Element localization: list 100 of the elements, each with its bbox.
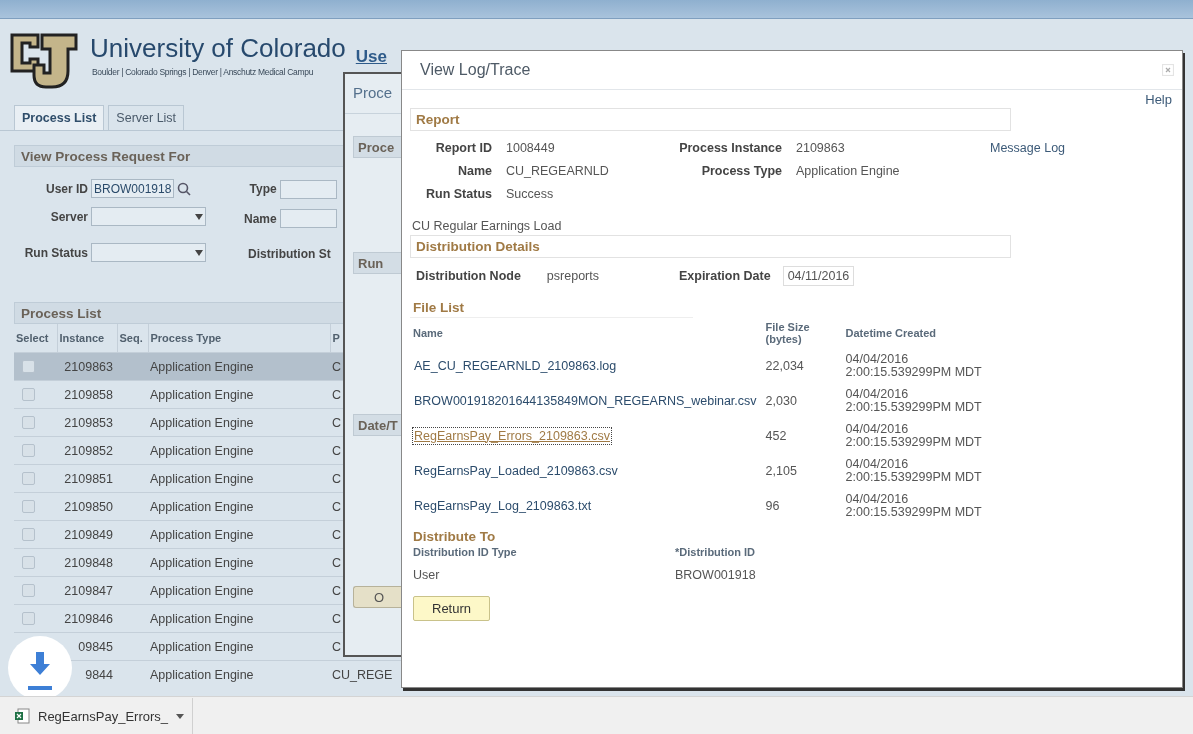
table-cell: 2,030 <box>765 383 846 418</box>
table-cell: 2109853 <box>57 408 117 437</box>
table-cell: 2109863 <box>57 352 117 381</box>
text-field[interactable] <box>279 209 337 229</box>
section-header: Report <box>410 108 1011 131</box>
column-header: Name <box>413 318 766 348</box>
process-description: CU Regular Earnings Load <box>411 218 563 235</box>
text-field[interactable] <box>279 179 337 199</box>
file-link[interactable]: BROW001918201644135849MON_REGEARNS_webinar.csv <box>413 392 758 409</box>
checkbox[interactable] <box>22 360 35 373</box>
university-name: University of Colorado <box>90 33 346 63</box>
table-cell-text: 04/04/2016 2:00:15.539299PM MDT <box>845 420 983 451</box>
field-label: Name <box>456 164 492 178</box>
table-cell: Application Engine <box>148 604 330 633</box>
table-cell: 2109847 <box>57 576 117 605</box>
table-cell: 96 <box>765 488 846 523</box>
table-cell: 22,034 <box>765 348 846 383</box>
checkbox[interactable] <box>22 444 35 457</box>
table-cell-text: 04/04/2016 2:00:15.539299PM MDT <box>845 385 983 416</box>
table-cell-text: 04/04/2016 2:00:15.539299PM MDT <box>845 455 983 486</box>
download-file-name[interactable]: RegEarnsPay_Errors_ <box>38 708 169 724</box>
table-cell: 2109846 <box>57 604 117 633</box>
field-label: User ID <box>44 181 88 196</box>
table-cell: Application Engine <box>148 380 330 409</box>
table-cell: Application Engine <box>148 408 330 437</box>
spreadsheet-file-icon <box>15 708 30 724</box>
table-cell: Application Engine <box>148 548 330 577</box>
table-cell: 2109858 <box>57 380 117 409</box>
field-label: Distribution St <box>247 247 332 262</box>
caret-icon <box>176 713 185 719</box>
ok-button[interactable]: O <box>353 586 401 608</box>
file-link[interactable]: RegEarnsPay_Errors_2109863.csv <box>413 427 611 444</box>
table-cell: Application Engine <box>148 436 330 465</box>
field-label: Report ID <box>434 141 492 155</box>
field-value: Success <box>506 187 555 201</box>
field-label: Process Type <box>700 164 782 178</box>
dropdown-caret-icon <box>195 249 203 256</box>
download-bubble-icon <box>8 636 72 696</box>
field-value: psreports <box>546 269 599 283</box>
checkbox[interactable] <box>22 556 35 569</box>
field-label: Expiration Date <box>678 269 771 283</box>
checkbox[interactable] <box>22 500 35 513</box>
close-icon <box>1162 64 1174 76</box>
field-value: CU_REGEARNLD <box>506 164 610 178</box>
checkbox[interactable] <box>22 528 35 541</box>
checkbox[interactable] <box>22 472 35 485</box>
return-button[interactable]: Return <box>413 596 491 621</box>
table-cell: 2109849 <box>57 520 117 549</box>
file-link[interactable]: RegEarnsPay_Loaded_2109863.csv <box>413 462 619 479</box>
checkbox[interactable] <box>22 416 35 429</box>
dropdown-field[interactable] <box>91 207 206 226</box>
table-cell: Application Engine <box>148 660 330 688</box>
table-cell: Application Engine <box>148 632 330 661</box>
section-header: Distribution Details <box>410 235 1011 258</box>
field-label: Name <box>244 212 277 226</box>
section-header: Run <box>353 252 401 274</box>
column-header: Distribution ID Type <box>413 546 518 558</box>
table-cell: 2109848 <box>57 548 117 577</box>
field-value: 1008449 <box>506 141 556 155</box>
table-cell: 2109852 <box>57 436 117 465</box>
message-log-link[interactable]: Message Log <box>990 141 1182 155</box>
section-header: Date/T <box>353 414 401 436</box>
table-cell: Application Engine <box>148 352 330 381</box>
tab[interactable]: Server List <box>108 105 185 130</box>
table-cell: 452 <box>765 418 846 453</box>
checkbox[interactable] <box>22 612 35 625</box>
dropdown-field[interactable] <box>91 243 206 262</box>
expiration-date-field[interactable]: 04/11/2016 <box>782 266 855 286</box>
table-cell: 2,105 <box>765 453 846 488</box>
field-label: Server <box>49 209 88 224</box>
file-link[interactable]: AE_CU_REGEARNLD_2109863.log <box>413 357 618 374</box>
table-cell: Application Engine <box>148 492 330 521</box>
field-label: Distribution Node <box>416 269 521 283</box>
table-cell-text: 04/04/2016 2:00:15.539299PM MDT <box>845 350 983 381</box>
table-cell: Application Engine <box>148 576 330 605</box>
tab[interactable]: Process List <box>14 105 105 130</box>
field-label: Process Instance <box>678 141 782 155</box>
field-label: Run Status <box>425 187 492 201</box>
table-cell: Application Engine <box>148 464 330 493</box>
checkbox[interactable] <box>22 388 35 401</box>
column-header: Datetime Created <box>845 326 938 341</box>
university-logo-icon <box>10 33 78 89</box>
dropdown-caret-icon <box>195 213 203 220</box>
file-link[interactable]: RegEarnsPay_Log_2109863.txt <box>413 497 593 514</box>
table-cell-text: BROW001918 <box>675 568 757 582</box>
checkbox[interactable] <box>22 584 35 597</box>
dialog-title: View Log/Trace <box>420 61 531 79</box>
section-header: Proce <box>353 136 401 158</box>
field-value: 2109863 <box>796 141 846 155</box>
field-label: Run Status <box>23 245 88 260</box>
user-id-field[interactable]: BROW001918 <box>91 179 175 198</box>
help-link[interactable]: Help <box>402 90 1182 108</box>
campus-list: Boulder | Colorado Springs | Denver | Anschutz Medical Campu <box>90 67 346 77</box>
table-cell-text: 04/04/2016 2:00:15.539299PM MDT <box>845 490 983 521</box>
table-cell: 2109850 <box>57 492 117 521</box>
page-title: Use <box>355 47 387 68</box>
table-cell: 2109851 <box>57 464 117 493</box>
column-header: File Size (bytes) <box>765 318 846 348</box>
table-cell: Application Engine <box>148 520 330 549</box>
table-cell-text: User <box>413 568 441 582</box>
